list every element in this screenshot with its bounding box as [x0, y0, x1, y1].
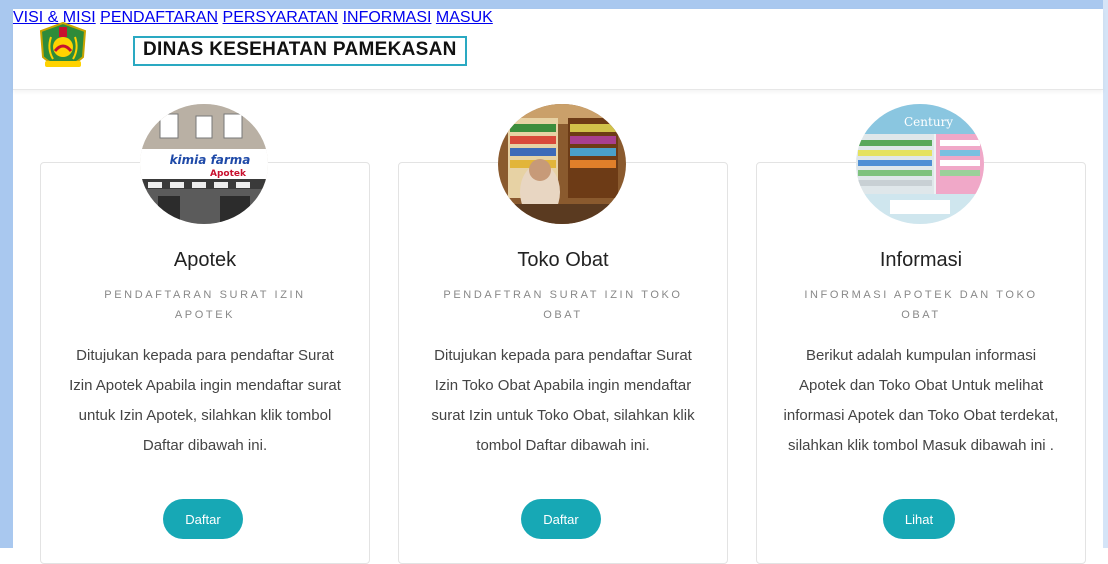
apotek-sign: Apotek: [210, 169, 247, 179]
card-subtitle: PENDAFTRAN SURAT IZIN TOKO OBAT: [443, 289, 683, 321]
card-title: Toko Obat: [517, 249, 609, 271]
navbar: DINAS KESEHATAN PAMEKASAN VISI & MISI PE…: [13, 9, 1103, 90]
window-frame-top: [0, 0, 1108, 9]
card-description: Ditujukan kepada para pendaftar Surat Iz…: [69, 347, 341, 454]
daftar-apotek-button[interactable]: Daftar: [163, 499, 243, 539]
nav-informasi[interactable]: INFORMASI: [343, 9, 432, 26]
century-pharmacy-image: Century: [856, 104, 984, 224]
card-subtitle: INFORMASI APOTEK DAN TOKO OBAT: [804, 289, 1038, 321]
lihat-informasi-button[interactable]: Lihat: [883, 499, 955, 539]
nav-pendaftaran[interactable]: PENDAFTARAN: [100, 9, 218, 26]
card-title: Informasi: [879, 249, 963, 271]
window-frame-left: [0, 0, 13, 548]
century-sign: Century: [904, 115, 953, 129]
nav-masuk[interactable]: MASUK: [436, 9, 493, 26]
dinas-logo-icon[interactable]: [37, 21, 89, 77]
nav-persyaratan[interactable]: PERSYARATAN: [223, 9, 339, 26]
kimia-farma-sign: kimia farma: [170, 153, 251, 167]
card-subtitle: PENDAFTARAN SURAT IZIN APOTEK: [104, 289, 306, 321]
card-description: Berikut adalah kumpulan informasi Apotek…: [783, 347, 1059, 454]
site-title[interactable]: DINAS KESEHATAN PAMEKASAN: [133, 36, 467, 66]
apotek-storefront-image: kimia farma Apotek: [140, 104, 268, 224]
toko-obat-shelves-image: [498, 104, 626, 224]
card-description: Ditujukan kepada para pendaftar Surat Iz…: [431, 347, 695, 454]
daftar-toko-obat-button[interactable]: Daftar: [521, 499, 601, 539]
window-frame-right: [1103, 0, 1108, 548]
card-title: Apotek: [173, 249, 237, 271]
